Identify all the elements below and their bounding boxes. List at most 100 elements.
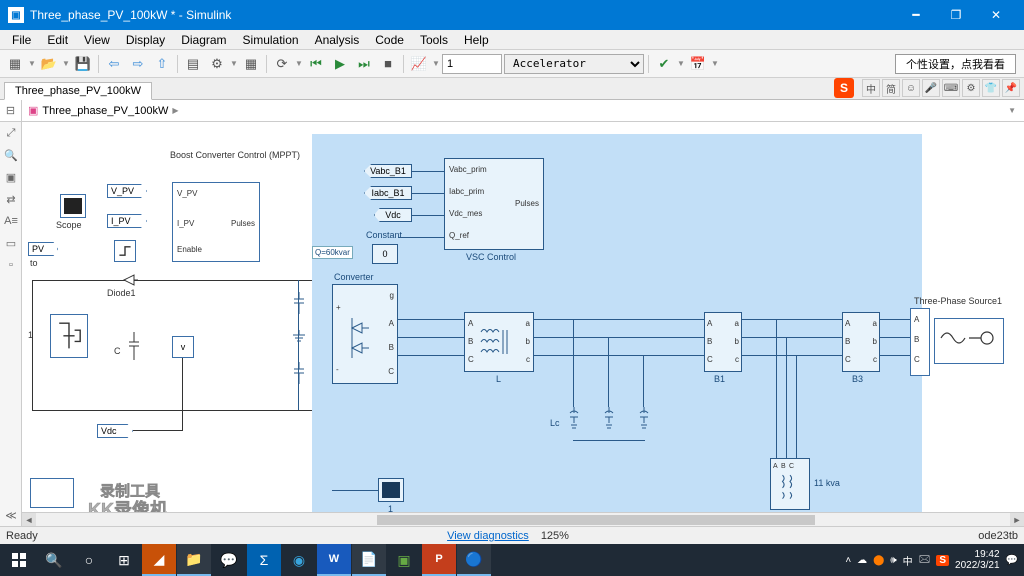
step-block[interactable] — [114, 240, 136, 262]
zoom-fit-button[interactable]: ⤢ — [0, 122, 22, 144]
start-button[interactable] — [2, 544, 36, 576]
tray-sogou-icon[interactable]: S — [936, 555, 949, 566]
ppt-taskbar-icon[interactable]: P — [422, 544, 456, 576]
app-taskbar-icon[interactable]: ▣ — [387, 544, 421, 576]
cap-bot[interactable] — [292, 362, 306, 389]
ime-skin[interactable]: 👕 — [982, 79, 1000, 97]
sim-mode-select[interactable]: Accelerator — [504, 54, 644, 74]
lc-cap-a[interactable] — [567, 407, 581, 442]
cortana-button[interactable]: ○ — [72, 544, 106, 576]
schedule-button[interactable]: 📅 — [687, 53, 709, 75]
tray-battery-icon[interactable]: 🖂 — [919, 552, 931, 569]
three-phase-source-block[interactable]: A B C — [910, 308, 930, 376]
fit-view-button[interactable]: ▣ — [0, 166, 22, 188]
step-fwd-button[interactable]: ⏭ — [353, 53, 375, 75]
view-diagnostics-link[interactable]: View diagnostics — [447, 530, 529, 542]
notifications-button[interactable]: 💬 — [1006, 555, 1018, 566]
goto-ipv[interactable]: I_PV — [107, 214, 147, 228]
scroll-left-button[interactable]: ≪ — [0, 504, 22, 526]
refresh-button[interactable]: ⟳ — [271, 53, 293, 75]
lc-cap-b[interactable] — [602, 407, 616, 442]
explorer-taskbar-icon[interactable]: 📁 — [177, 544, 211, 576]
scope2-block[interactable] — [378, 478, 404, 502]
tray-network-icon[interactable]: 🕪 — [890, 555, 896, 566]
sigma-taskbar-icon[interactable]: Σ — [247, 544, 281, 576]
menu-code[interactable]: Code — [367, 31, 412, 49]
minimize-button[interactable]: ━ — [896, 0, 936, 30]
stop-button[interactable]: ■ — [377, 53, 399, 75]
menu-help[interactable]: Help — [456, 31, 497, 49]
step-back-button[interactable]: ⏮ — [305, 53, 327, 75]
voltage-meas-block[interactable]: v — [172, 336, 194, 358]
personalize-button[interactable]: 个性设置，点我看看 — [895, 54, 1016, 74]
forward-button[interactable]: ⇨ — [127, 53, 149, 75]
canvas[interactable]: V_PV I_PV Enable Pulses Boost Converter … — [22, 122, 1024, 526]
open-button[interactable]: 📂 — [38, 53, 60, 75]
lc-cap-c[interactable] — [637, 407, 651, 442]
save-button[interactable]: 💾 — [72, 53, 94, 75]
scroll-right-arrow[interactable]: ► — [1010, 513, 1024, 527]
maximize-button[interactable]: ❐ — [936, 0, 976, 30]
wechat-taskbar-icon[interactable]: 💬 — [212, 544, 246, 576]
horizontal-scrollbar[interactable]: ◄ ► — [22, 512, 1024, 526]
tray-wps-icon[interactable]: ⬤ — [873, 555, 884, 566]
ime-keyboard[interactable]: ⌨ — [942, 79, 960, 97]
menu-display[interactable]: Display — [118, 31, 173, 49]
run-button[interactable]: ▶ — [329, 53, 351, 75]
q-annotation[interactable]: Q=60kvar — [312, 246, 353, 259]
recorder-taskbar-icon[interactable]: 🔵 — [457, 544, 491, 576]
scroll-left-arrow[interactable]: ◄ — [22, 513, 36, 527]
zoom-level[interactable]: 125% — [541, 530, 569, 542]
from-pv[interactable]: PV — [28, 242, 58, 256]
close-button[interactable]: ✕ — [976, 0, 1016, 30]
annotation-button[interactable]: A≡ — [0, 210, 22, 232]
goto-vdc[interactable]: Vdc — [97, 424, 133, 438]
back-button[interactable]: ⇦ — [103, 53, 125, 75]
ime-voice[interactable]: 🎤 — [922, 79, 940, 97]
area-button[interactable]: ▭ — [0, 232, 22, 254]
hide-browser-button[interactable]: ⊟ — [0, 100, 22, 122]
cap-top[interactable] — [292, 292, 306, 319]
tray-up-icon[interactable]: ˄ — [845, 555, 851, 566]
l-filter-block[interactable]: A B C a b c — [464, 312, 534, 372]
search-button[interactable]: 🔍 — [37, 544, 71, 576]
tray-clock[interactable]: 19:42 2022/3/21 — [955, 549, 1000, 571]
tray-onedrive-icon[interactable]: ☁ — [857, 555, 867, 566]
scope-block[interactable] — [60, 194, 86, 218]
scroll-thumb[interactable] — [377, 515, 815, 525]
image-button[interactable]: ▫ — [0, 254, 22, 276]
breadcrumb-model[interactable]: Three_phase_PV_100kW — [42, 105, 168, 117]
new-button[interactable]: ▦ — [4, 53, 26, 75]
edge-taskbar-icon[interactable]: ◉ — [282, 544, 316, 576]
menu-diagram[interactable]: Diagram — [173, 31, 234, 49]
menu-simulation[interactable]: Simulation — [235, 31, 307, 49]
menu-file[interactable]: File — [4, 31, 39, 49]
menu-tools[interactable]: Tools — [412, 31, 456, 49]
ime-simp[interactable]: 简 — [882, 79, 900, 97]
sogou-ime-icon[interactable]: S — [834, 78, 854, 98]
task-view-button[interactable]: ⊞ — [107, 544, 141, 576]
word-taskbar-icon[interactable]: W — [317, 544, 351, 576]
igbt-block[interactable] — [50, 314, 88, 358]
ground-icon[interactable] — [290, 330, 308, 349]
b3-block[interactable]: A B C a b c — [842, 312, 880, 372]
toggle-sample-button[interactable]: ⇄ — [0, 188, 22, 210]
boost-converter-block[interactable]: V_PV I_PV Enable Pulses — [172, 182, 260, 262]
goto-vpv[interactable]: V_PV — [107, 184, 147, 198]
ime-lang[interactable]: 中 — [862, 79, 880, 97]
stop-time-input[interactable] — [442, 54, 502, 74]
ime-pin[interactable]: 📌 — [1002, 79, 1020, 97]
library-button[interactable]: ▤ — [182, 53, 204, 75]
from-vabc-b1[interactable]: Vabc_B1 — [364, 164, 412, 178]
converter-block[interactable]: g + - A B C — [332, 284, 398, 384]
data-inspector-button[interactable]: 📈 — [408, 53, 430, 75]
source-symbol-block[interactable] — [934, 318, 1004, 364]
capacitor-block[interactable] — [127, 332, 141, 365]
constant-block[interactable]: 0 — [372, 244, 398, 264]
verter-partial-block[interactable] — [30, 478, 74, 508]
diode-icon[interactable] — [122, 273, 140, 292]
model-config-button[interactable]: ⚙ — [206, 53, 228, 75]
from-iabc-b1[interactable]: Iabc_B1 — [364, 186, 412, 200]
up-button[interactable]: ⇧ — [151, 53, 173, 75]
tray-ime-icon[interactable]: 中 — [903, 553, 913, 568]
